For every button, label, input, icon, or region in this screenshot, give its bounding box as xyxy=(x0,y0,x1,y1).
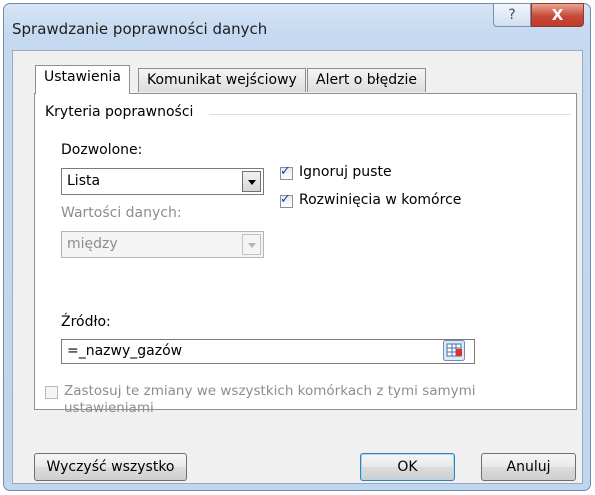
tab-input-message[interactable]: Komunikat wejściowy xyxy=(138,68,306,92)
ignore-blank-checkbox[interactable]: ✓ xyxy=(280,164,293,180)
allow-select-value: Lista xyxy=(67,173,101,189)
in-cell-dropdown-label[interactable]: Rozwinięcia w komórce xyxy=(299,192,461,208)
ok-button[interactable]: OK xyxy=(360,453,455,481)
close-icon: X xyxy=(551,6,564,24)
clear-all-button[interactable]: Wyczyść wszystko xyxy=(34,453,187,481)
tab-error-alert[interactable]: Alert o błędzie xyxy=(307,68,427,92)
dialog-window: Sprawdzanie poprawności danych ? X Ustaw… xyxy=(3,3,591,491)
checkmark-icon: ✓ xyxy=(280,192,291,207)
apply-all-checkbox xyxy=(45,386,58,399)
range-select-icon[interactable] xyxy=(443,340,465,361)
data-label: Wartości danych: xyxy=(61,205,182,221)
window-title: Sprawdzanie poprawności danych xyxy=(12,20,268,38)
close-button[interactable]: X xyxy=(531,3,584,27)
allow-select[interactable]: Lista xyxy=(61,168,264,195)
chevron-down-icon[interactable] xyxy=(242,171,261,192)
data-select-value: między xyxy=(67,236,118,252)
data-select: między xyxy=(61,231,264,258)
in-cell-dropdown-checkbox[interactable]: ✓ xyxy=(280,192,293,208)
dialog-client-area: Ustawienia Komunikat wejściowy Alert o b… xyxy=(12,50,583,484)
allow-label: Dozwolone: xyxy=(61,142,143,158)
cancel-button[interactable]: Anuluj xyxy=(481,453,576,481)
source-label: Źródło: xyxy=(61,314,111,330)
apply-all-label: Zastosuj te zmiany we wszystkich komórka… xyxy=(64,383,476,416)
source-input-value: =_nazwy_gazów xyxy=(67,343,183,359)
checkmark-icon: ✓ xyxy=(280,164,291,179)
criteria-group-label: Kryteria poprawności xyxy=(45,104,194,120)
settings-panel: Kryteria poprawności Dozwolone: Lista Wa… xyxy=(34,93,577,410)
chevron-down-icon xyxy=(242,234,261,255)
tab-settings[interactable]: Ustawienia xyxy=(35,65,130,94)
ignore-blank-label[interactable]: Ignoruj puste xyxy=(299,164,392,180)
help-icon: ? xyxy=(508,7,516,23)
help-button[interactable]: ? xyxy=(493,3,531,27)
group-divider xyxy=(209,114,571,115)
source-input[interactable]: =_nazwy_gazów xyxy=(61,339,475,364)
